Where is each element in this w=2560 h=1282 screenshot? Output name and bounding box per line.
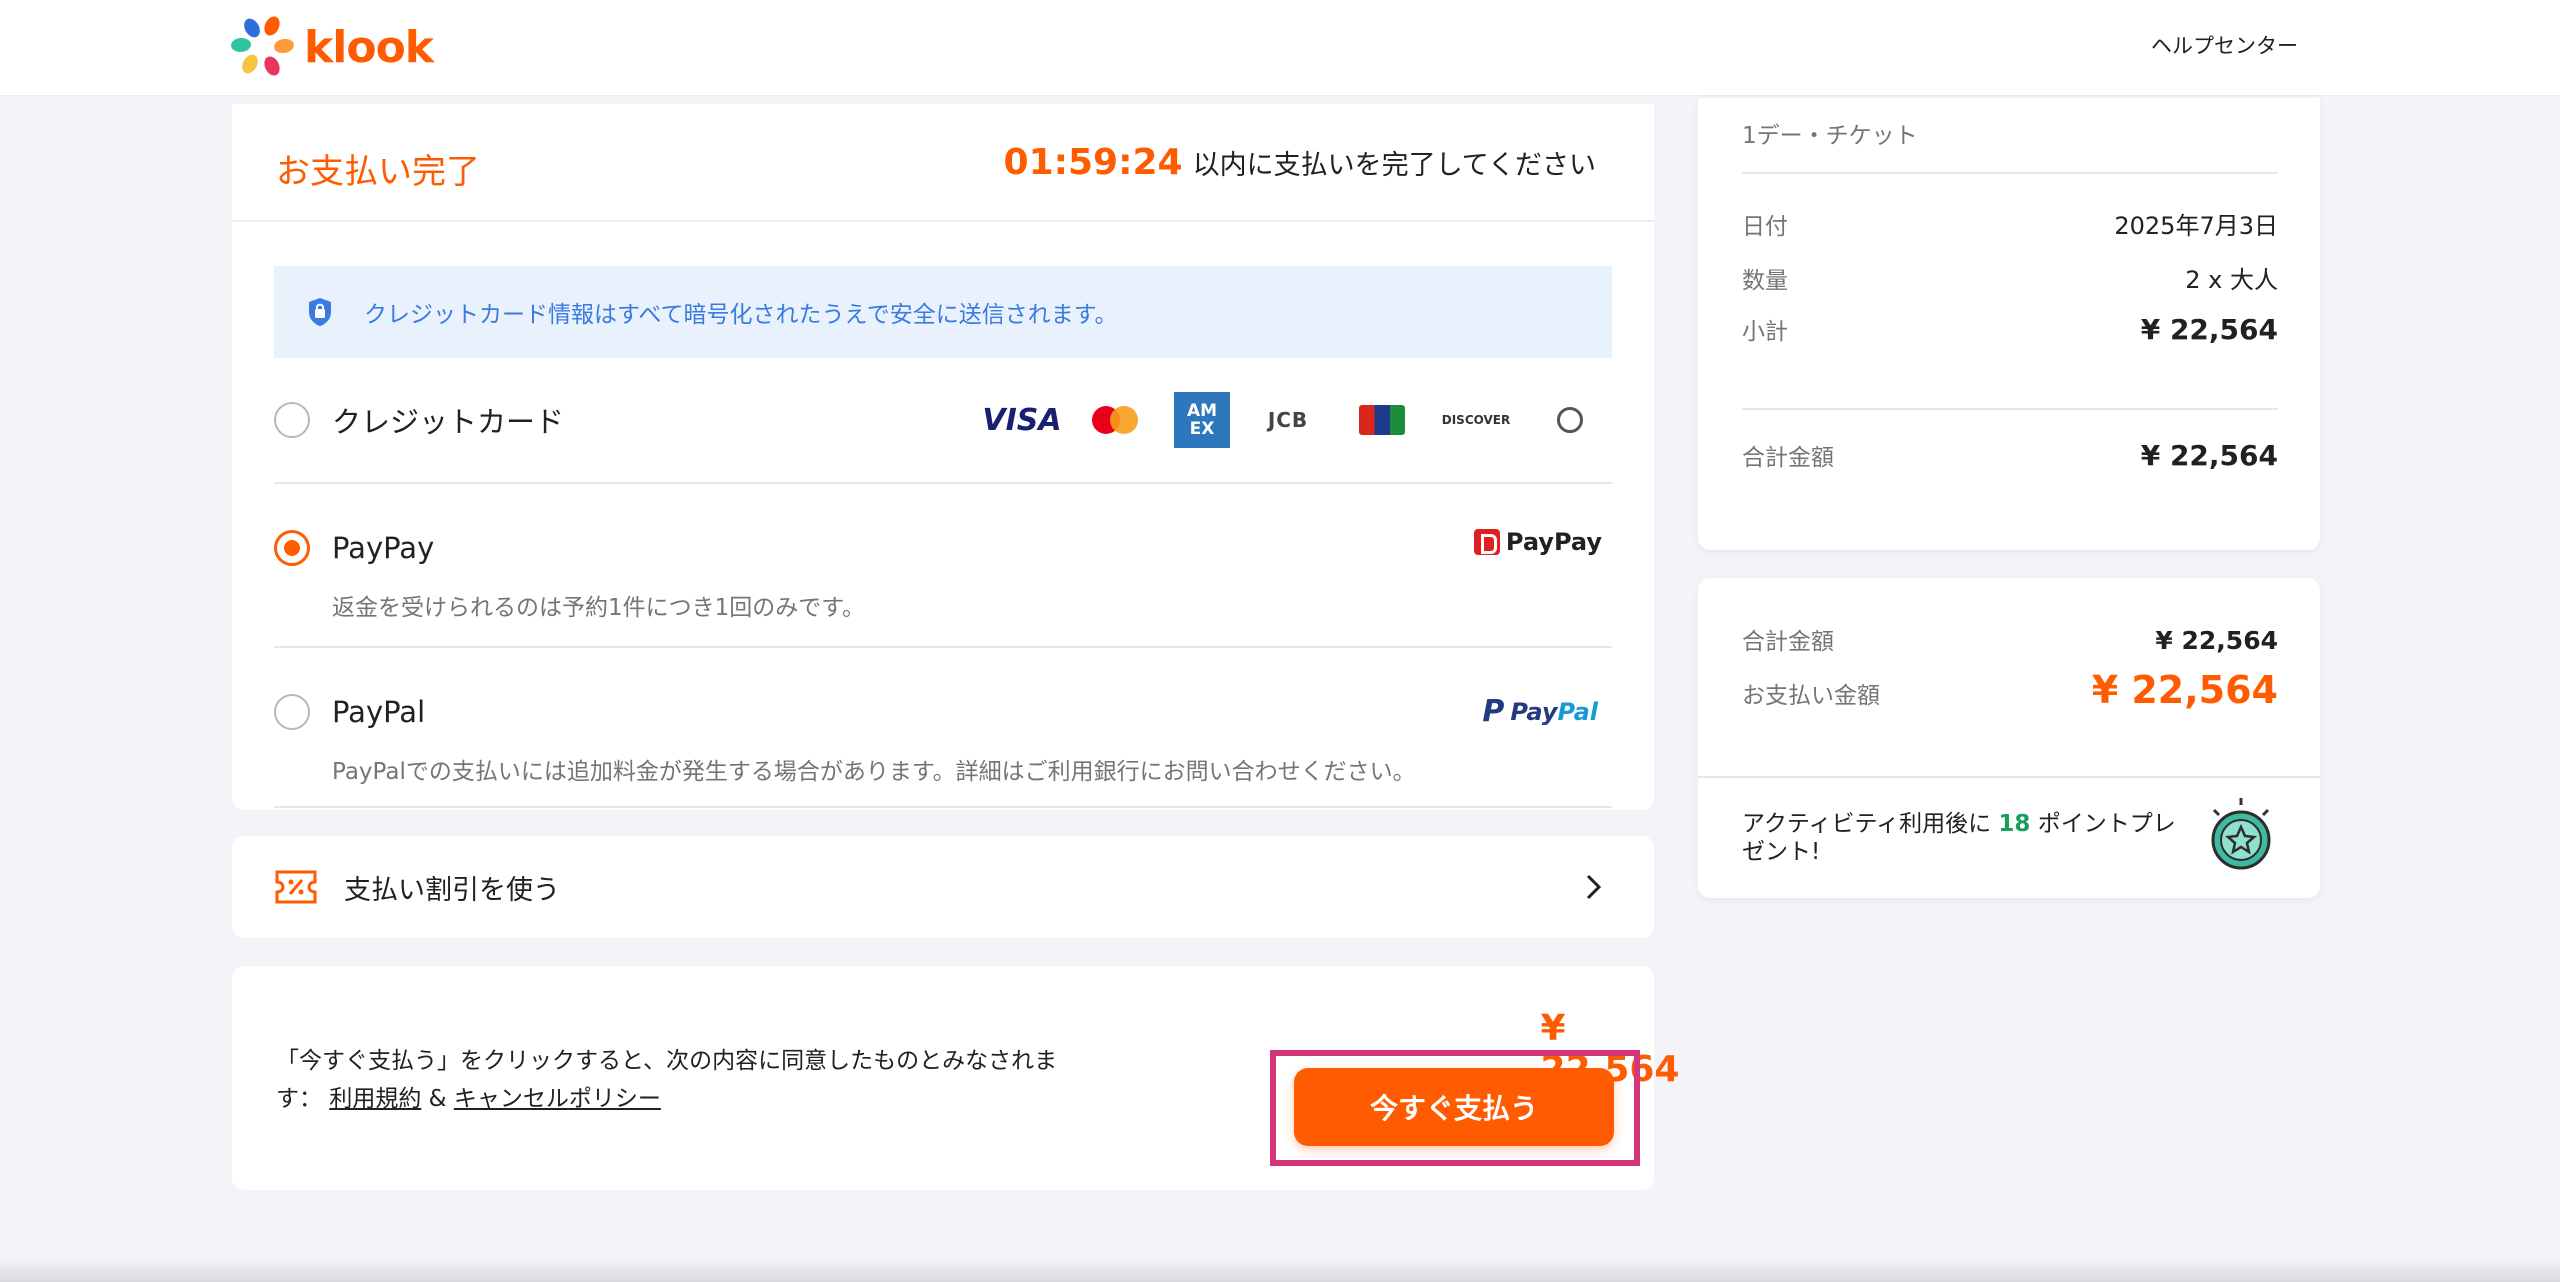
summary-value: 2025年7月3日: [2114, 212, 2278, 240]
terms-link[interactable]: 利用規約: [329, 1086, 421, 1112]
paypay-mark-icon: [1473, 529, 1500, 555]
klook-logo[interactable]: klook: [230, 14, 434, 80]
cancel-policy-link[interactable]: キャンセルポリシー: [454, 1086, 661, 1112]
secure-notice-text: クレジットカード情報はすべて暗号化されたうえで安全に送信されます。: [364, 302, 1118, 328]
page-bottom-shadow: [0, 1258, 2560, 1282]
diners-club-logo: [1534, 392, 1606, 448]
pay-amount-value: ¥ 22,564: [2091, 668, 2278, 712]
star-medal-icon: [2211, 798, 2271, 870]
help-center-link[interactable]: ヘルプセンター: [2151, 30, 2298, 60]
paypay-radio[interactable]: [274, 530, 310, 566]
paypay-label: PayPay: [332, 531, 435, 565]
method-divider: [274, 482, 1612, 484]
method-divider: [274, 806, 1612, 808]
top-navigation-bar: klook ヘルプセンター: [0, 0, 2560, 96]
logo-text: klook: [304, 21, 434, 73]
summary-total-label: 合計金額: [1742, 445, 1834, 471]
payment-method-paypay[interactable]: PayPay 返金を受けられるのは予約1件につき1回のみです。 PayPay: [274, 508, 1612, 622]
payment-countdown: 01:59:24 以内に支払いを完了してください: [1004, 142, 1596, 183]
discover-logo: DISCOVER: [1441, 413, 1511, 427]
payment-total-card: 合計金額 ¥ 22,564 お支払い金額 ¥ 22,564 アクティビティ利用後…: [1698, 578, 2320, 898]
ticket-discount-icon: [275, 870, 317, 904]
summary-value: ¥ 22,564: [2140, 313, 2278, 346]
pay-amount-row: お支払い金額 ¥ 22,564: [1742, 668, 2278, 712]
total-value: ¥ 22,564: [2155, 626, 2278, 655]
summary-key: 日付: [1742, 214, 1788, 240]
paypal-radio[interactable]: [274, 694, 310, 730]
summary-row-total: 合計金額 ¥ 22,564: [1742, 438, 2278, 472]
points-prefix: アクティビティ利用後に: [1742, 811, 1992, 837]
summary-divider: [1742, 172, 2278, 174]
totals-divider: [1698, 776, 2320, 778]
unionpay-logo: [1346, 392, 1418, 448]
pay-button-highlight: 今すぐ支払う: [1270, 1050, 1640, 1166]
card-brand-logos: VISA AM EX JCB DISCOVER: [982, 392, 1606, 448]
paypay-logo-text: PayPay: [1505, 528, 1602, 556]
countdown-text: 以内に支払いを完了してください: [1192, 150, 1596, 181]
summary-divider: [1742, 408, 2278, 410]
points-reward-text: アクティビティ利用後に 18 ポイントプレゼント!: [1742, 810, 2182, 866]
payment-method-credit-card[interactable]: クレジットカード VISA AM EX JCB DISCOVER: [274, 380, 1612, 460]
paypal-mark-icon: P: [1482, 694, 1505, 729]
jcb-logo: JCB: [1267, 408, 1309, 432]
klook-logo-icon: [231, 16, 294, 76]
total-label: 合計金額: [1742, 629, 1834, 655]
credit-card-label: クレジットカード: [332, 405, 565, 439]
secure-notice-banner: クレジットカード情報はすべて暗号化されたうえで安全に送信されます。: [274, 266, 1612, 358]
summary-value: 2 x 大人: [2185, 266, 2278, 294]
chevron-right-icon: [1586, 874, 1602, 900]
payment-title: お支払い完了: [276, 152, 480, 192]
payment-method-paypal[interactable]: PayPal PayPalでの支払いには追加料金が発生する場合があります。詳細は…: [274, 672, 1612, 786]
lock-icon: [309, 298, 331, 326]
amex-logo: AM EX: [1174, 392, 1230, 448]
paypal-note: PayPalでの支払いには追加料金が発生する場合があります。詳細はご利用銀行にお…: [332, 759, 1416, 785]
summary-row-quantity: 数量 2 x 大人: [1742, 260, 2278, 295]
payment-method-card: お支払い完了 01:59:24 以内に支払いを完了してください クレジットカード…: [232, 104, 1654, 810]
product-name: 1デー・チケット: [1742, 123, 1918, 149]
total-row: 合計金額 ¥ 22,564: [1742, 622, 2278, 656]
agreement-text: 「今すぐ支払う」をクリックすると、次の内容に同意したものとみなされます： 利用規…: [276, 1042, 1076, 1118]
summary-key: 数量: [1742, 268, 1788, 294]
credit-card-radio[interactable]: [274, 402, 310, 438]
method-divider: [274, 646, 1612, 648]
paypal-logo-pal: Pal: [1557, 697, 1598, 726]
summary-row-subtotal: 小計 ¥ 22,564: [1742, 312, 2278, 346]
payment-header: お支払い完了 01:59:24 以内に支払いを完了してください: [232, 104, 1654, 222]
summary-row-date: 日付 2025年7月3日: [1742, 206, 2278, 241]
mastercard-logo: [1080, 392, 1152, 448]
points-value: 18: [1998, 811, 2031, 837]
pay-amount-label: お支払い金額: [1742, 683, 1880, 709]
agreement-amp: &: [428, 1086, 447, 1112]
paypal-label: PayPal: [332, 695, 426, 729]
paypal-logo-pay: Pay: [1510, 697, 1558, 726]
order-summary-card: 1デー・チケット 日付 2025年7月3日 数量 2 x 大人 小計 ¥ 22,…: [1698, 98, 2320, 550]
paypal-logo: P Pay Pal: [1482, 694, 1598, 729]
summary-key: 小計: [1742, 319, 1788, 345]
payment-discount-row[interactable]: 支払い割引を使う: [232, 836, 1654, 938]
summary-total-value: ¥ 22,564: [2140, 439, 2278, 472]
visa-logo: VISA: [982, 402, 1062, 438]
paypay-logo: PayPay: [1473, 528, 1602, 556]
countdown-time: 01:59:24: [1003, 142, 1183, 183]
discount-label: 支払い割引を使う: [344, 874, 560, 906]
pay-now-button[interactable]: 今すぐ支払う: [1294, 1068, 1614, 1146]
paypay-note: 返金を受けられるのは予約1件につき1回のみです。: [332, 595, 865, 621]
